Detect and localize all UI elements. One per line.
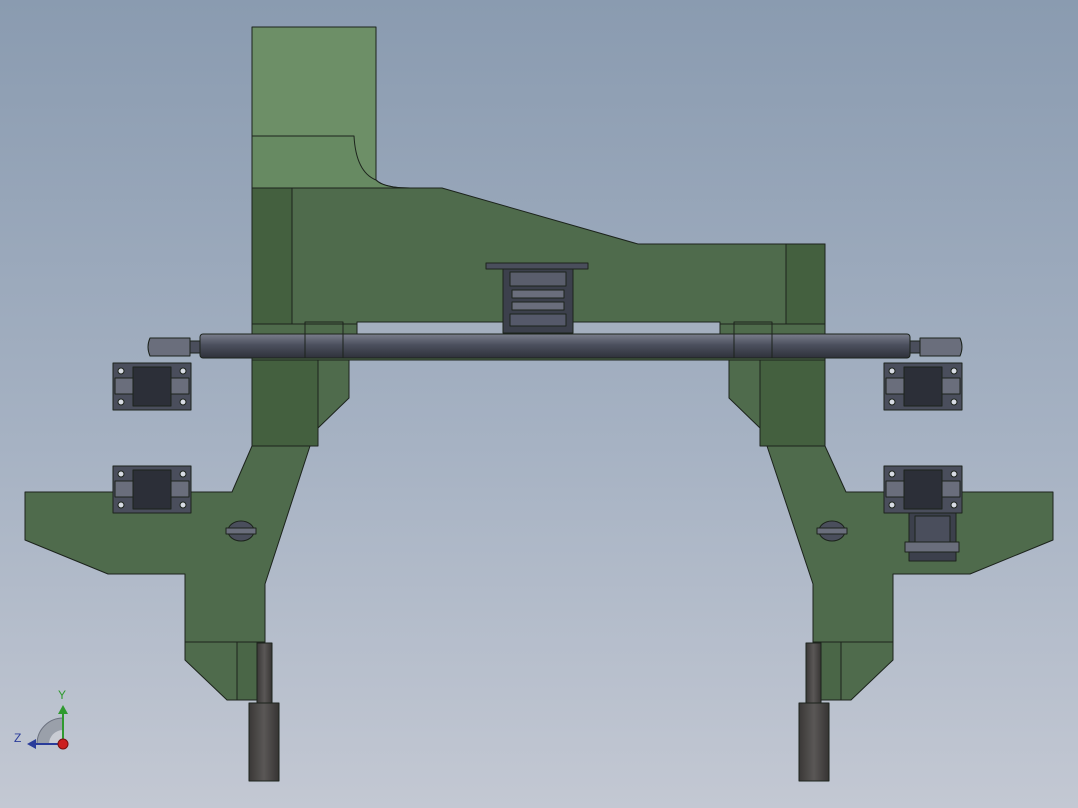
z-axis-arrow <box>27 739 36 749</box>
cad-model-front-view[interactable] <box>0 0 1078 808</box>
right-mini-cylinder[interactable] <box>904 512 960 562</box>
bracket-inner-mid <box>511 289 565 299</box>
right-leg-column <box>759 359 826 447</box>
tower-step-fillet <box>251 135 411 189</box>
z-axis-label: Z <box>14 731 22 745</box>
clevis-left-eye <box>147 337 191 357</box>
rod-end-right[interactable] <box>907 337 963 357</box>
bracket-inner-low <box>511 301 565 311</box>
mount-plate-upper-right[interactable] <box>883 362 963 411</box>
clevis-right-eye <box>919 337 963 357</box>
upper-tower[interactable] <box>251 26 443 189</box>
bracket-top-plate <box>485 262 589 270</box>
cad-viewport[interactable]: Y Z <box>0 0 1078 808</box>
mount-plate-lower-right[interactable] <box>883 465 963 514</box>
rod-end-left[interactable] <box>147 337 203 357</box>
left-foot-block <box>236 641 258 701</box>
x-axis-dot <box>57 738 69 750</box>
right-leg[interactable] <box>728 359 1054 701</box>
bracket-inner-base <box>509 313 567 327</box>
right-flange-upper <box>785 243 826 325</box>
left-leg-chamfer <box>317 359 350 429</box>
right-foot-block <box>820 641 842 701</box>
orientation-triad[interactable] <box>27 705 69 750</box>
left-leg-column <box>251 359 319 447</box>
left-flange-upper <box>251 187 293 325</box>
right-leg-chamfer <box>728 359 761 429</box>
y-axis-arrow <box>58 705 68 714</box>
y-axis-label: Y <box>58 688 67 702</box>
mount-plate-upper-left[interactable] <box>112 362 192 411</box>
mount-plate-lower-left[interactable] <box>112 465 192 514</box>
cross-rod[interactable] <box>199 333 911 359</box>
bracket-inner-top <box>509 271 567 287</box>
left-leg[interactable] <box>24 359 350 701</box>
